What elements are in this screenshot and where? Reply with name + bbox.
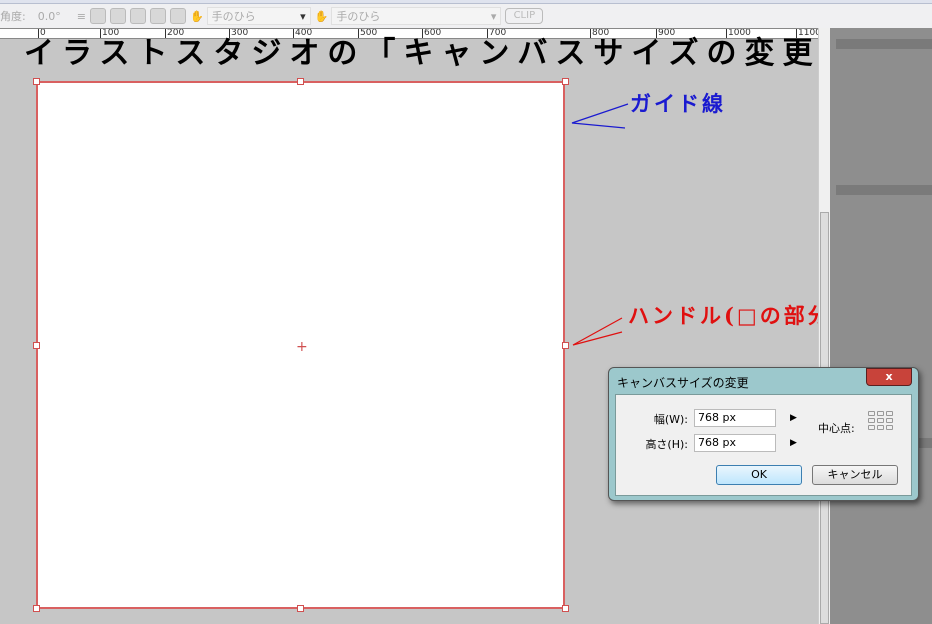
width-arrow-icon[interactable]: ▶ (790, 413, 797, 423)
center-label: 中心点: (818, 422, 855, 435)
panel-bar (836, 39, 932, 49)
close-button[interactable]: x (866, 368, 912, 386)
dialog-title: キャンバスサイズの変更 (617, 376, 749, 390)
panel-bar (836, 185, 932, 195)
guide-annotation: ガイド線 (630, 91, 726, 116)
canvas-size-dialog: キャンバスサイズの変更 x 幅(W): 768 px ▶ 高さ(H): 768 … (608, 367, 919, 501)
width-label: 幅(W): (653, 413, 688, 426)
height-arrow-icon[interactable]: ▶ (790, 438, 797, 448)
height-label: 高さ(H): (645, 438, 688, 451)
ok-button[interactable]: OK (716, 465, 802, 485)
cancel-button[interactable]: キャンセル (812, 465, 898, 485)
width-input[interactable]: 768 px (694, 409, 776, 427)
dialog-body: 幅(W): 768 px ▶ 高さ(H): 768 px ▶ 中心点: OK キ… (615, 394, 912, 496)
height-input[interactable]: 768 px (694, 434, 776, 452)
handle-annotation: ハンドル(□の部分) (628, 303, 845, 328)
anchor-grid[interactable] (868, 411, 893, 430)
right-panel (830, 28, 932, 624)
